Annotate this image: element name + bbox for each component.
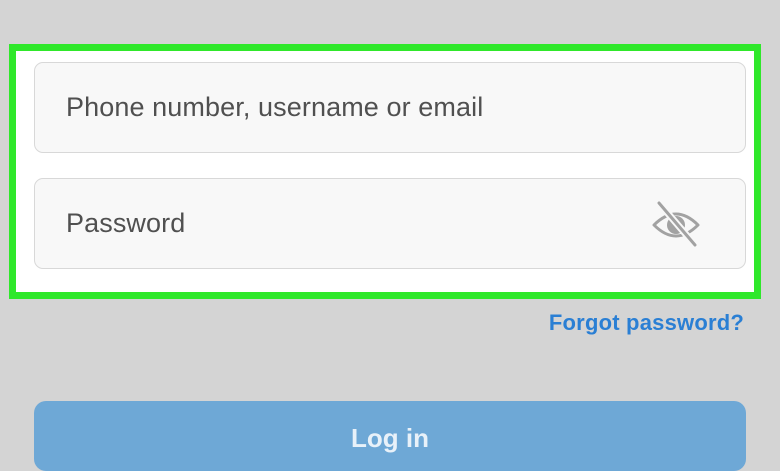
login-button[interactable]: Log in	[34, 401, 746, 471]
eye-slash-icon[interactable]	[649, 199, 703, 249]
login-button-label: Log in	[351, 423, 429, 453]
password-field[interactable]: Password	[34, 178, 746, 269]
forgot-password-link[interactable]: Forgot password?	[549, 310, 744, 336]
username-field[interactable]: Phone number, username or email	[34, 62, 746, 153]
password-placeholder: Password	[66, 208, 186, 238]
username-placeholder: Phone number, username or email	[66, 92, 484, 122]
